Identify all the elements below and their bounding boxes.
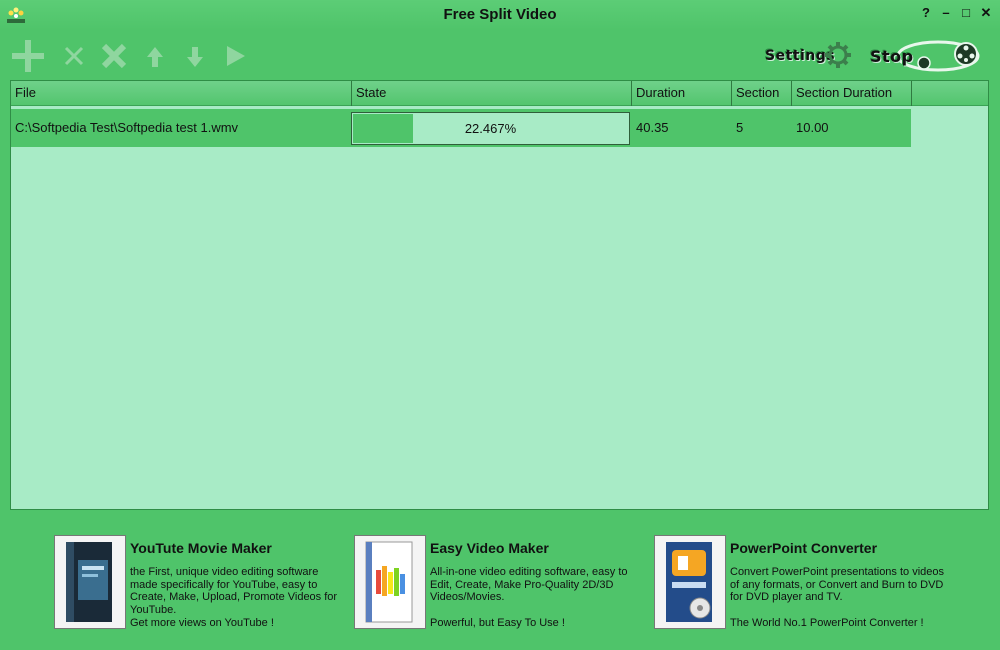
promo-tagline: Powerful, but Easy To Use ! [430,617,565,629]
move-down-icon[interactable] [177,38,213,74]
toolbar: Settings Stop [10,34,990,80]
column-header-section[interactable]: Section [732,81,792,106]
product-box-image[interactable] [654,535,726,629]
gear-icon [821,40,855,75]
minimize-button[interactable]: – [938,5,954,21]
file-list[interactable]: File State Duration Section Section Dura… [10,80,989,510]
close-button[interactable]: ✕ [978,5,994,21]
promo-tagline: Get more views on YouTube ! [130,617,274,629]
product-box-image[interactable] [54,535,126,629]
column-header-section-duration[interactable]: Section Duration [792,81,912,106]
promo-section: YouTute Movie Maker the First, unique vi… [0,520,1000,645]
duration-cell: 40.35 [636,120,669,135]
file-path-cell: C:\Softpedia Test\Softpedia test 1.wmv [15,120,239,135]
add-icon[interactable] [10,38,46,74]
title-bar: Free Split Video ? – □ ✕ [0,0,1000,30]
column-header-file[interactable]: File [11,81,352,106]
column-header-state[interactable]: State [352,81,632,106]
promo-title[interactable]: YouTute Movie Maker [130,540,272,556]
promo-description: the First, unique video editing software… [130,566,338,616]
promo-easy-video-maker[interactable]: Easy Video Maker All-in-one video editin… [354,535,644,630]
file-list-header: File State Duration Section Section Dura… [11,81,988,106]
column-header-duration[interactable]: Duration [632,81,732,106]
stop-label: Stop [870,46,914,66]
maximize-button[interactable]: □ [958,5,974,21]
promo-powerpoint-converter[interactable]: PowerPoint Converter Convert PowerPoint … [654,535,944,630]
help-button[interactable]: ? [918,5,934,21]
move-up-icon[interactable] [137,38,173,74]
promo-tagline: The World No.1 PowerPoint Converter ! [730,617,924,629]
progress-bar: 22.467% [351,112,630,145]
section-cell: 5 [736,120,744,135]
stop-button[interactable]: Stop [870,36,982,76]
promo-title[interactable]: Easy Video Maker [430,540,549,556]
play-icon[interactable] [217,38,253,74]
promo-youtube-movie-maker[interactable]: YouTute Movie Maker the First, unique vi… [54,535,344,630]
progress-percent: 22.467% [464,121,517,136]
window-title: Free Split Video [443,6,557,23]
remove-icon[interactable] [56,38,92,74]
section-duration-cell: 10.00 [796,120,829,135]
promo-description: Convert PowerPoint presentations to vide… [730,566,945,603]
product-box-image[interactable] [354,535,426,629]
settings-button[interactable]: Settings [765,36,853,76]
promo-description: All-in-one video editing software, easy … [430,566,628,603]
promo-title[interactable]: PowerPoint Converter [730,540,877,556]
clear-all-icon[interactable] [96,38,132,74]
table-row[interactable]: C:\Softpedia Test\Softpedia test 1.wmv 2… [11,109,911,147]
